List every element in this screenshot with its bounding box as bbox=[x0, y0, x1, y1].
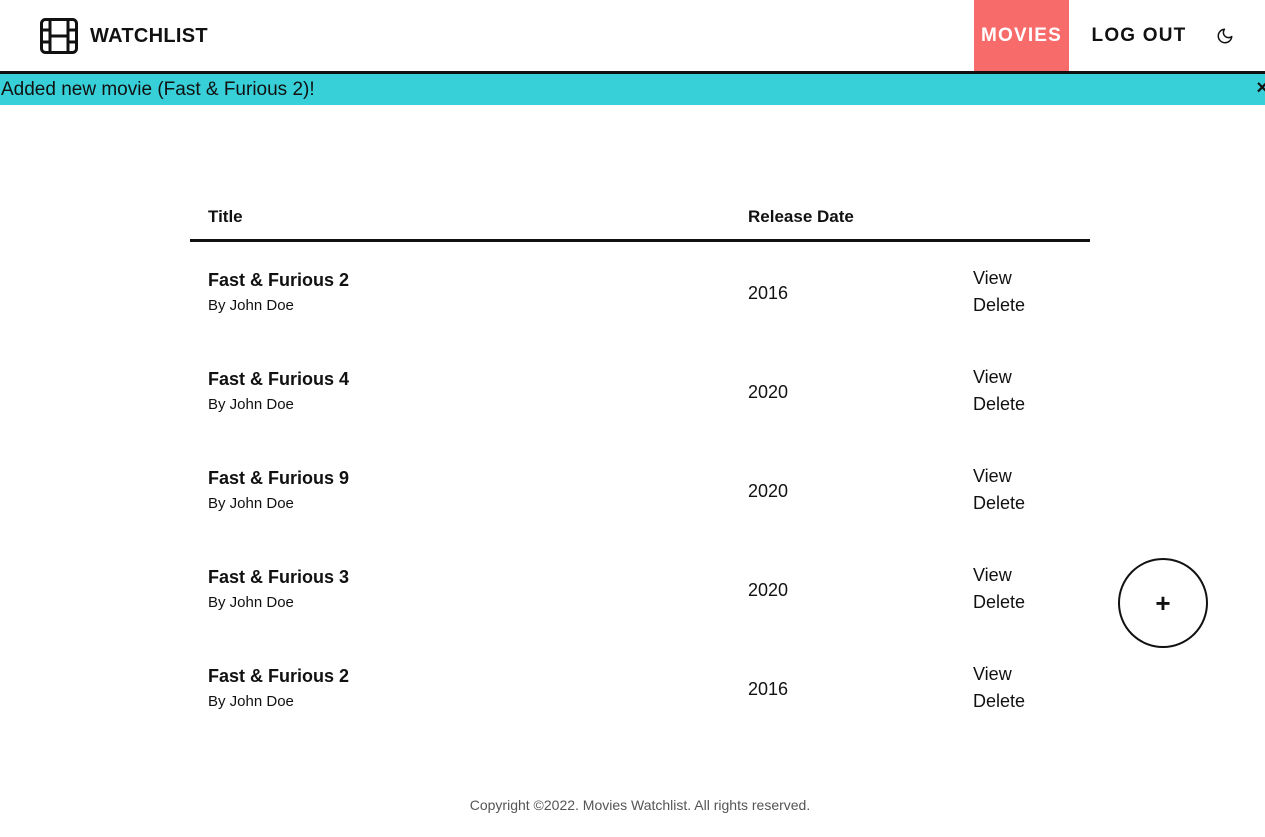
movie-release-date: 2016 bbox=[748, 283, 789, 303]
moon-icon bbox=[1217, 28, 1233, 44]
brand-title: WATCHLIST bbox=[90, 24, 208, 47]
alert-message: Added new movie (Fast & Furious 2)! bbox=[1, 78, 315, 100]
movie-title: Fast & Furious 9 bbox=[208, 468, 350, 488]
movie-author: By John Doe bbox=[208, 594, 294, 611]
view-button[interactable]: View bbox=[973, 367, 1012, 388]
movie-author: By John Doe bbox=[208, 495, 294, 512]
film-icon bbox=[40, 18, 78, 54]
success-alert: Added new movie (Fast & Furious 2)! × bbox=[0, 74, 1265, 105]
movie-title: Fast & Furious 4 bbox=[208, 369, 350, 389]
delete-button[interactable]: Delete bbox=[973, 592, 1025, 613]
movie-author: By John Doe bbox=[208, 297, 294, 314]
brand[interactable]: WATCHLIST bbox=[40, 18, 208, 54]
movie-release-date: 2020 bbox=[748, 382, 789, 402]
delete-button[interactable]: Delete bbox=[973, 394, 1025, 415]
theme-toggle-button[interactable] bbox=[1216, 27, 1234, 45]
movie-title: Fast & Furious 2 bbox=[208, 666, 350, 686]
table-row: Fast & Furious 9 By John Doe 2020 View D… bbox=[190, 440, 1090, 539]
view-button[interactable]: View bbox=[973, 664, 1012, 685]
table-row: Fast & Furious 2 By John Doe 2016 View D… bbox=[190, 242, 1090, 341]
alert-close-button[interactable]: × bbox=[1256, 77, 1265, 100]
nav-movies-link[interactable]: MOVIES bbox=[974, 0, 1069, 71]
delete-button[interactable]: Delete bbox=[973, 295, 1025, 316]
movie-author: By John Doe bbox=[208, 693, 294, 710]
movie-title: Fast & Furious 3 bbox=[208, 567, 350, 587]
add-movie-button[interactable]: + bbox=[1118, 558, 1208, 648]
table-header: Title Release Date bbox=[190, 196, 1090, 242]
movie-author: By John Doe bbox=[208, 396, 294, 413]
view-button[interactable]: View bbox=[973, 268, 1012, 289]
movie-release-date: 2016 bbox=[748, 679, 789, 699]
table-row: Fast & Furious 3 By John Doe 2020 View D… bbox=[190, 539, 1090, 638]
movies-table: Title Release Date Fast & Furious 2 By J… bbox=[190, 196, 1090, 737]
delete-button[interactable]: Delete bbox=[973, 493, 1025, 514]
movie-release-date: 2020 bbox=[748, 580, 789, 600]
nav-logout-link[interactable]: LOG OUT bbox=[1089, 0, 1189, 71]
delete-button[interactable]: Delete bbox=[973, 691, 1025, 712]
column-header-release-date: Release Date bbox=[748, 207, 854, 226]
table-row: Fast & Furious 4 By John Doe 2020 View D… bbox=[190, 341, 1090, 440]
movie-title: Fast & Furious 2 bbox=[208, 270, 350, 290]
view-button[interactable]: View bbox=[973, 565, 1012, 586]
footer-copyright: Copyright ©2022. Movies Watchlist. All r… bbox=[469, 797, 811, 813]
view-button[interactable]: View bbox=[973, 466, 1012, 487]
movie-release-date: 2020 bbox=[748, 481, 789, 501]
column-header-title: Title bbox=[208, 207, 243, 226]
top-navbar: WATCHLIST MOVIES LOG OUT bbox=[0, 0, 1265, 74]
table-row: Fast & Furious 2 By John Doe 2016 View D… bbox=[190, 638, 1090, 737]
